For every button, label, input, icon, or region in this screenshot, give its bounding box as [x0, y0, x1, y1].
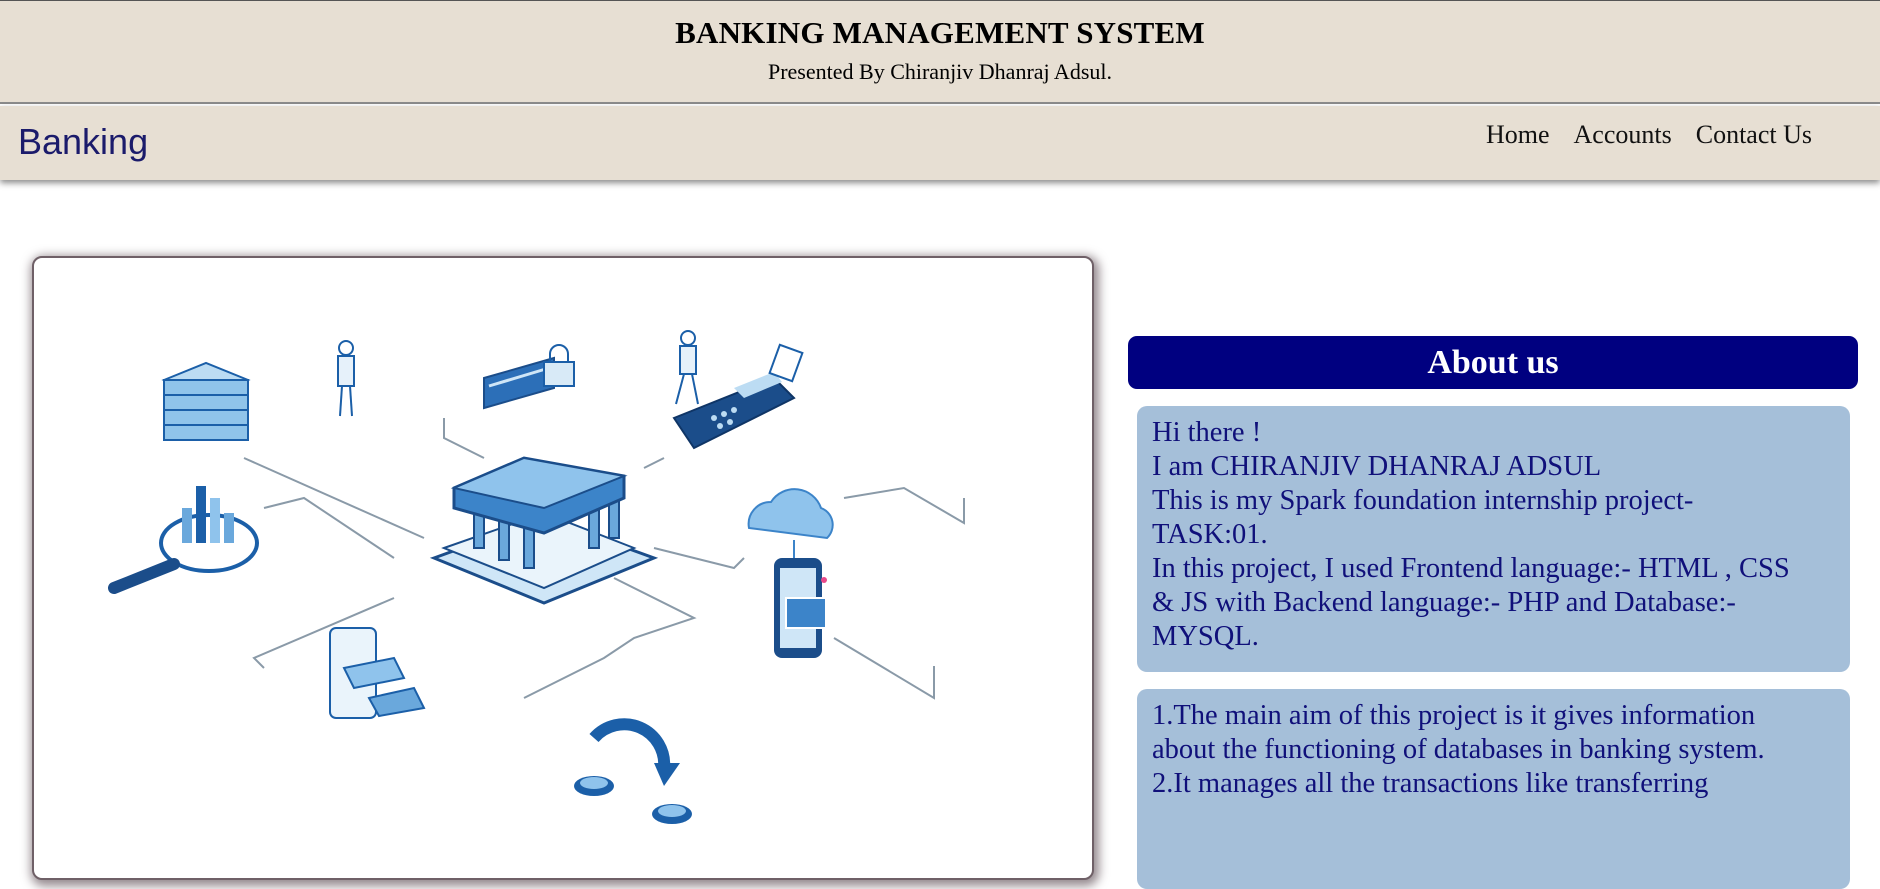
brand-link[interactable]: Banking [18, 121, 148, 163]
card-lock-icon [483, 344, 575, 410]
aims-info-box: 1.The main aim of this project is it giv… [1137, 689, 1850, 889]
intro-line: I am CHIRANJIV DHANRAJ ADSUL [1152, 451, 1602, 482]
nav-home-link[interactable]: Home [1486, 120, 1550, 150]
nav-accounts-link[interactable]: Accounts [1574, 120, 1672, 150]
site-subtitle: Presented By Chiranjiv Dhanraj Adsul. [767, 59, 1112, 84]
intro-line: MYSQL. [1152, 621, 1259, 652]
intro-info-box: Hi there ! I am CHIRANJIV DHANRAJ ADSUL … [1137, 406, 1850, 672]
intro-line: Hi there ! [1152, 417, 1262, 448]
aims-line: 1.The main aim of this project is it giv… [1152, 700, 1756, 731]
banking-illustration [108, 330, 965, 824]
nav-links: Home Accounts Contact Us [1486, 120, 1812, 150]
person-icon [675, 330, 699, 405]
site-title: BANKING MANAGEMENT SYSTEM [675, 15, 1205, 50]
cloud-icon [747, 488, 834, 558]
site-header: BANKING MANAGEMENT SYSTEM Presented By C… [0, 0, 1880, 104]
analytics-magnifier-icon [108, 486, 259, 594]
intro-line: & JS with Backend language:- PHP and Dat… [1152, 587, 1736, 618]
nav-contact-us-link[interactable]: Contact Us [1696, 120, 1812, 150]
navbar: Banking Home Accounts Contact Us [0, 106, 1880, 180]
aims-line: about the functioning of databases in ba… [1152, 734, 1765, 765]
intro-line: In this project, I used Frontend languag… [1152, 553, 1790, 584]
coin-transfer-icon [574, 718, 692, 824]
aims-line: 2.It manages all the transactions like t… [1152, 768, 1709, 799]
person-icon [337, 340, 355, 417]
mobile-payment-icon [774, 558, 827, 658]
about-us-heading: About us [1128, 336, 1858, 389]
atm-card-icon [329, 627, 426, 719]
intro-line: This is my Spark foundation internship p… [1152, 485, 1694, 516]
database-icon [161, 361, 251, 441]
intro-line: TASK:01. [1152, 519, 1268, 550]
banking-illustration-card [32, 256, 1094, 880]
